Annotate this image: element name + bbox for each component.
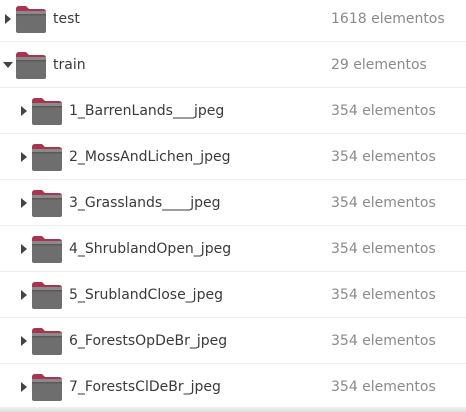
file-name: 6_ForestsOpDeBr_jpeg — [69, 333, 228, 349]
list-item[interactable]: train 29 elementos — [0, 43, 466, 88]
item-count: 354 elementos — [331, 149, 436, 165]
file-name: 2_MossAndLichen_jpeg — [69, 149, 231, 165]
list-item[interactable]: 7_ForestsClDeBr_jpeg 354 elementos — [0, 365, 466, 410]
file-name: 4_ShrublandOpen_jpeg — [69, 241, 232, 257]
item-count: 29 elementos — [331, 57, 427, 73]
file-name: train — [53, 57, 86, 73]
folder-icon — [30, 279, 64, 311]
folder-icon — [30, 141, 64, 173]
folder-icon — [30, 233, 64, 265]
file-name: test — [53, 11, 80, 27]
file-name: 5_SrublandClose_jpeg — [69, 287, 223, 303]
item-count: 354 elementos — [331, 287, 436, 303]
folder-icon — [30, 95, 64, 127]
folder-icon — [30, 325, 64, 357]
file-name: 1_BarrenLands___jpeg — [69, 103, 225, 119]
file-name: 3_Grasslands____jpeg — [69, 195, 221, 211]
chevron-right-icon[interactable] — [18, 289, 30, 301]
folder-icon — [30, 187, 64, 219]
item-count: 354 elementos — [331, 333, 436, 349]
chevron-right-icon[interactable] — [18, 335, 30, 347]
chevron-down-icon[interactable] — [2, 59, 14, 71]
chevron-right-icon[interactable] — [18, 381, 30, 393]
chevron-right-icon[interactable] — [18, 243, 30, 255]
list-item[interactable]: test 1618 elementos — [0, 0, 466, 42]
list-item[interactable]: 6_ForestsOpDeBr_jpeg 354 elementos — [0, 319, 466, 364]
chevron-right-icon[interactable] — [18, 151, 30, 163]
item-count: 354 elementos — [331, 241, 436, 257]
chevron-right-icon[interactable] — [18, 197, 30, 209]
folder-icon — [14, 3, 48, 35]
list-item[interactable]: 2_MossAndLichen_jpeg 354 elementos — [0, 135, 466, 180]
list-item[interactable]: 4_ShrublandOpen_jpeg 354 elementos — [0, 227, 466, 272]
chevron-right-icon[interactable] — [18, 105, 30, 117]
list-item[interactable]: 3_Grasslands____jpeg 354 elementos — [0, 181, 466, 226]
list-item[interactable]: 1_BarrenLands___jpeg 354 elementos — [0, 89, 466, 134]
chevron-right-icon[interactable] — [2, 13, 14, 25]
folder-icon — [30, 371, 64, 403]
file-name: 7_ForestsClDeBr_jpeg — [69, 379, 221, 395]
item-count: 354 elementos — [331, 103, 436, 119]
folder-icon — [14, 49, 48, 81]
list-item[interactable]: 5_SrublandClose_jpeg 354 elementos — [0, 273, 466, 318]
item-count: 354 elementos — [331, 379, 436, 395]
list-bottom-edge — [0, 407, 466, 412]
item-count: 354 elementos — [331, 195, 436, 211]
file-list-view: test 1618 elementos train 29 elementos 1_Bar… — [0, 0, 466, 412]
item-count: 1618 elementos — [331, 11, 445, 27]
